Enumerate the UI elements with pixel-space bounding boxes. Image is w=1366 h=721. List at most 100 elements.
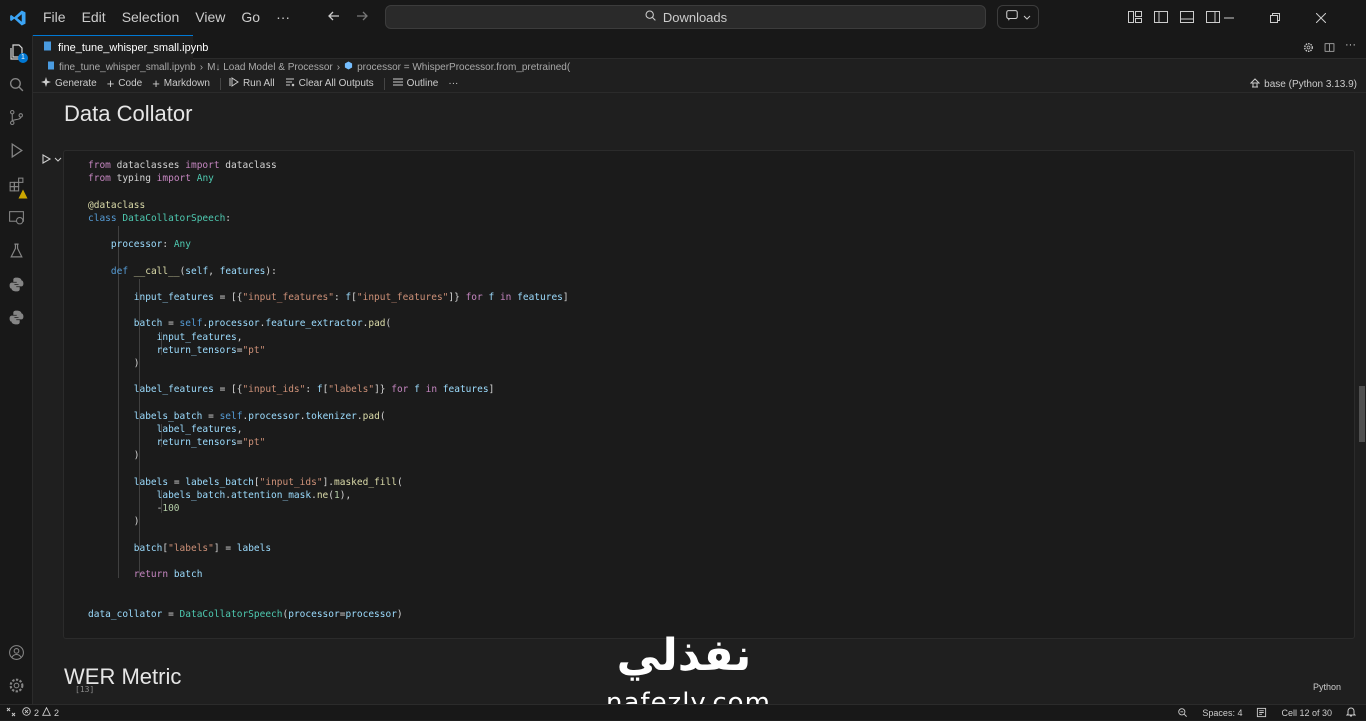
zoom-icon[interactable] <box>1177 707 1188 720</box>
python-icon[interactable] <box>0 268 33 301</box>
back-arrow-icon[interactable] <box>326 8 342 29</box>
vertical-scrollbar-thumb[interactable] <box>1359 386 1365 442</box>
notebook-editor: Data Collator from dataclasses import da… <box>33 94 1366 704</box>
format-icon[interactable] <box>1256 707 1267 720</box>
chevron-down-icon[interactable] <box>54 152 62 170</box>
toggle-panel-icon[interactable] <box>1179 9 1195 30</box>
python-environments-icon[interactable] <box>0 301 33 334</box>
breadcrumb-separator-icon: › <box>336 61 341 73</box>
run-all-button[interactable]: Run All <box>229 77 275 90</box>
customize-layout-icon[interactable] <box>1127 9 1143 30</box>
run-all-label: Run All <box>242 78 275 89</box>
run-all-icon <box>229 77 239 90</box>
settings-gear-icon[interactable] <box>1303 40 1314 58</box>
menu-selection[interactable]: Selection <box>114 0 188 35</box>
search-view-icon[interactable] <box>0 68 33 101</box>
editor-tabs: fine_tune_whisper_small.ipynb ··· <box>33 35 1366 59</box>
close-icon[interactable] <box>1298 0 1344 35</box>
chevron-down-icon <box>1023 8 1031 26</box>
toolbar-more-button[interactable]: ··· <box>448 78 458 89</box>
explorer-badge: 1 <box>18 53 28 63</box>
remote-icon[interactable] <box>6 707 16 719</box>
kernel-label: base (Python 3.13.9) <box>1264 78 1357 90</box>
account-icon[interactable] <box>0 636 33 669</box>
cell-language-picker[interactable]: Python <box>1313 682 1341 692</box>
notebook-toolbar: Generate + Code + Markdown Run All Clear… <box>33 75 1366 93</box>
cell-run-controls <box>40 152 62 170</box>
status-left: 2 2 <box>0 706 60 719</box>
warning-icon <box>42 706 52 718</box>
add-markdown-cell-button[interactable]: + Markdown <box>152 76 210 91</box>
code-label: Code <box>118 78 143 89</box>
tab-notebook[interactable]: fine_tune_whisper_small.ipynb <box>33 35 208 59</box>
error-icon <box>22 707 31 718</box>
problems-indicator[interactable]: 2 2 <box>22 706 60 718</box>
menu-view[interactable]: View <box>187 0 233 35</box>
copilot-button[interactable] <box>997 5 1039 29</box>
vscode-logo-icon <box>0 0 35 35</box>
indentation-spaces[interactable]: Spaces: 4 <box>1202 708 1242 718</box>
command-center-search[interactable]: Downloads <box>385 5 986 29</box>
title-bar: File Edit Selection View Go ··· Download… <box>0 0 1366 35</box>
generate-button[interactable]: Generate <box>41 77 97 90</box>
tab-actions: ··· <box>1303 40 1356 58</box>
notifications-bell-icon[interactable] <box>1345 707 1357 719</box>
source-control-icon[interactable] <box>0 101 33 134</box>
breadcrumb-separator-icon: › <box>199 61 204 73</box>
markdown-heading-wer-metric[interactable]: WER Metric <box>64 664 181 690</box>
run-cell-icon[interactable] <box>40 152 52 170</box>
copilot-icon <box>1005 8 1019 27</box>
generate-label: Generate <box>55 78 97 89</box>
menu-more-button[interactable]: ··· <box>268 0 298 35</box>
more-actions-icon[interactable]: ··· <box>1345 40 1356 58</box>
breadcrumb: fine_tune_whisper_small.ipynb › M↓ Load … <box>33 59 1366 75</box>
explorer-icon[interactable]: 1 <box>0 35 33 68</box>
extensions-icon[interactable] <box>0 168 33 201</box>
breadcrumb-file[interactable]: fine_tune_whisper_small.ipynb <box>59 62 196 73</box>
restore-icon[interactable] <box>1252 0 1298 35</box>
breadcrumb-symbol[interactable]: processor = WhisperProcessor.from_pretra… <box>357 62 570 73</box>
markdown-label: Markdown <box>163 78 210 89</box>
menu-go[interactable]: Go <box>233 0 268 35</box>
clear-all-outputs-label: Clear All Outputs <box>298 78 374 89</box>
plus-icon: + <box>106 76 115 91</box>
code-editor[interactable]: from dataclasses import dataclass from t… <box>88 159 569 621</box>
markdown-heading-data-collator[interactable]: Data Collator <box>64 101 192 127</box>
notebook-file-icon <box>47 61 55 73</box>
remote-explorer-icon[interactable] <box>0 201 33 234</box>
menu-bar: File Edit Selection View Go ··· <box>35 0 298 35</box>
activity-bar: 1 <box>0 35 33 704</box>
minimize-icon[interactable] <box>1206 0 1252 35</box>
python-kernel-icon <box>1249 77 1261 91</box>
toolbar-divider <box>383 77 385 90</box>
split-editor-icon[interactable] <box>1324 40 1335 58</box>
cell-position[interactable]: Cell 12 of 30 <box>1281 708 1332 718</box>
navigation-arrows <box>326 8 370 29</box>
add-code-cell-button[interactable]: + Code <box>107 76 143 91</box>
watermark-arabic-text: نفذلي <box>616 630 752 681</box>
warning-count: 2 <box>54 707 60 718</box>
status-bar: 2 2 Spaces: 4 Cell 12 of 30 <box>0 704 1366 720</box>
list-icon <box>392 77 403 90</box>
menu-edit[interactable]: Edit <box>74 0 114 35</box>
outline-button[interactable]: Outline <box>392 77 438 90</box>
notebook-file-icon <box>43 41 52 54</box>
search-text: Downloads <box>662 9 728 25</box>
toggle-primary-sidebar-icon[interactable] <box>1153 9 1169 30</box>
breadcrumb-section[interactable]: M↓ Load Model & Processor <box>207 62 333 73</box>
tab-title: fine_tune_whisper_small.ipynb <box>58 41 209 54</box>
status-right: Spaces: 4 Cell 12 of 30 <box>1177 705 1357 721</box>
clear-all-outputs-button[interactable]: Clear All Outputs <box>285 77 374 90</box>
symbol-variable-icon <box>344 61 353 73</box>
testing-flask-icon[interactable] <box>0 234 33 267</box>
kernel-picker[interactable]: base (Python 3.13.9) <box>1249 75 1357 93</box>
menu-file[interactable]: File <box>35 0 74 35</box>
code-cell[interactable]: from dataclasses import dataclass from t… <box>63 150 1355 694</box>
search-icon <box>644 9 657 25</box>
forward-arrow-icon[interactable] <box>354 8 370 29</box>
sparkle-icon <box>41 77 51 90</box>
window-controls <box>1206 0 1344 35</box>
manage-gear-icon[interactable] <box>0 669 33 702</box>
run-debug-icon[interactable] <box>0 134 33 167</box>
error-count: 2 <box>34 707 40 718</box>
